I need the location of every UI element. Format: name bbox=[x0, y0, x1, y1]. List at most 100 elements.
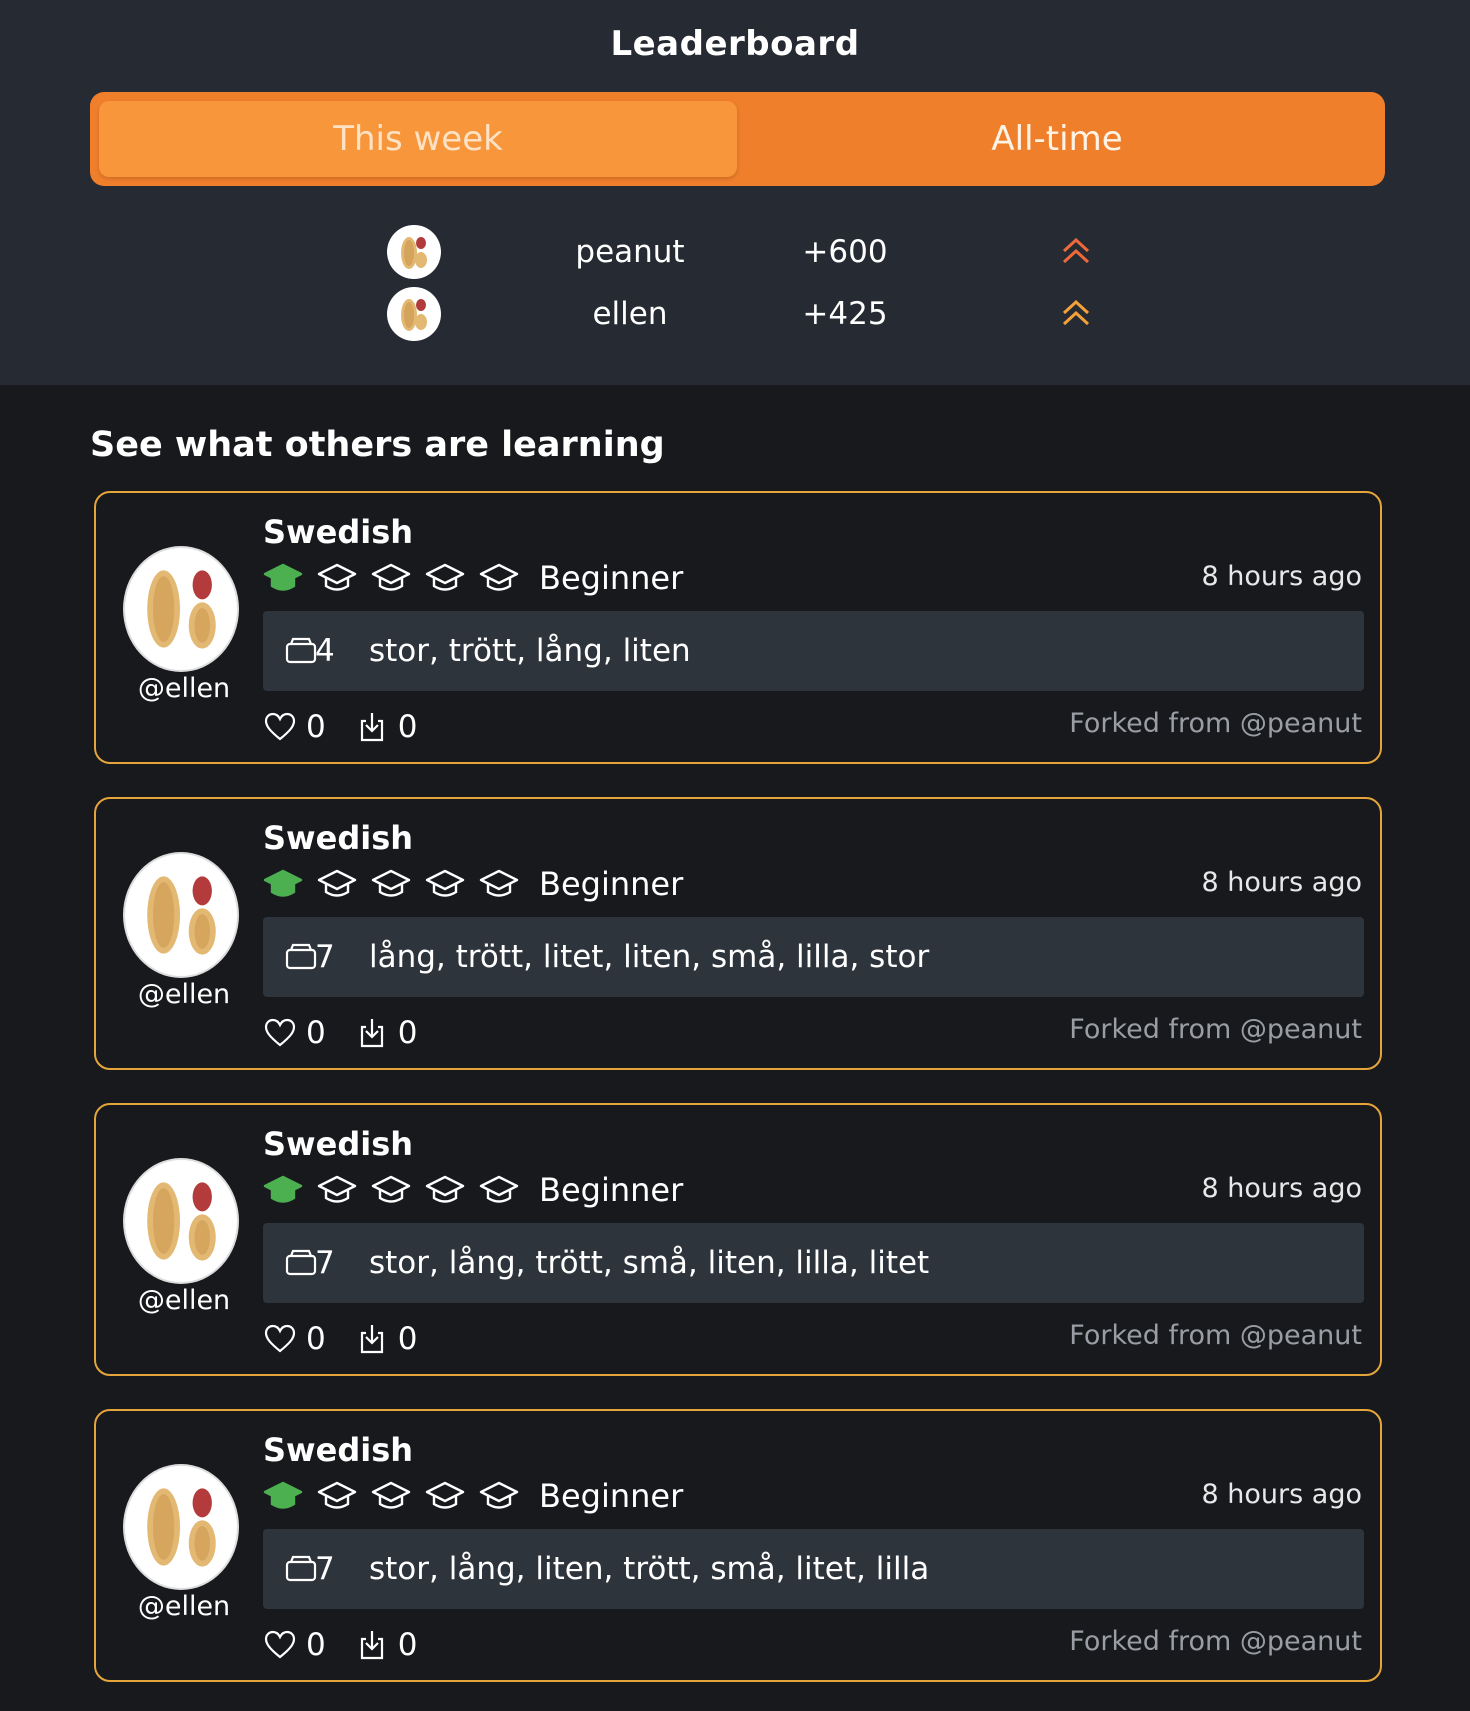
leaderboard-name: peanut bbox=[575, 234, 685, 270]
graduation-cap-icon bbox=[371, 869, 411, 897]
card-username[interactable]: @ellen bbox=[114, 1285, 254, 1316]
leaderboard-score: +425 bbox=[802, 296, 888, 332]
graduation-cap-icon bbox=[371, 563, 411, 591]
level-label: Beginner bbox=[539, 559, 684, 597]
level-indicator: Beginner bbox=[263, 863, 683, 905]
heart-icon[interactable] bbox=[264, 1629, 296, 1661]
card-username[interactable]: @ellen bbox=[114, 673, 254, 704]
level-indicator: Beginner bbox=[263, 557, 683, 599]
graduation-cap-icon bbox=[263, 1481, 303, 1509]
download-icon[interactable] bbox=[356, 711, 388, 743]
leaderboard-tabs: This week All-time bbox=[90, 92, 1385, 186]
graduation-cap-icon bbox=[479, 563, 519, 591]
forked-from-link[interactable]: Forked from @peanut bbox=[1069, 1626, 1362, 1657]
card-language: Swedish bbox=[263, 819, 414, 857]
peanut-avatar-icon bbox=[401, 237, 427, 269]
graduation-cap-icon bbox=[263, 1175, 303, 1203]
deck-words: stor, lång, trött, små, liten, lilla, li… bbox=[369, 1245, 930, 1281]
level-indicator: Beginner bbox=[263, 1475, 683, 1517]
deck-icon bbox=[285, 943, 317, 970]
download-count: 0 bbox=[397, 1321, 418, 1357]
graduation-cap-icon bbox=[317, 869, 357, 897]
like-count: 0 bbox=[306, 1627, 326, 1663]
card-timestamp: 8 hours ago bbox=[1201, 1173, 1362, 1204]
deck-words-box[interactable]: 7 stor, lång, trött, små, liten, lilla, l… bbox=[263, 1223, 1364, 1303]
leaderboard-row[interactable]: peanut +600 bbox=[0, 222, 1470, 282]
learning-card[interactable]: @ellen Swedish Beginner 8 hours ago 7 stor, l… bbox=[94, 1103, 1382, 1376]
deck-words: stor, lång, liten, trött, små, litet, li… bbox=[369, 1551, 930, 1587]
deck-words-box[interactable]: 7 stor, lång, liten, trött, små, litet, l… bbox=[263, 1529, 1364, 1609]
leaderboard-panel: Leaderboard This week All-time peanut +6… bbox=[0, 0, 1470, 385]
learning-card[interactable]: @ellen Swedish Beginner 8 hours ago 4 stor, t… bbox=[94, 491, 1382, 764]
double-chevron-up-icon bbox=[1062, 299, 1090, 326]
level-label: Beginner bbox=[539, 1171, 684, 1209]
deck-count: 7 bbox=[315, 1551, 335, 1587]
card-actions: 00 bbox=[264, 705, 447, 749]
graduation-cap-icon bbox=[425, 1481, 465, 1509]
graduation-cap-icon bbox=[425, 1175, 465, 1203]
tab-all-time[interactable]: All-time bbox=[737, 101, 1377, 177]
forked-from-link[interactable]: Forked from @peanut bbox=[1069, 708, 1362, 739]
card-timestamp: 8 hours ago bbox=[1201, 561, 1362, 592]
deck-icon bbox=[285, 1249, 317, 1276]
graduation-cap-icon bbox=[479, 1481, 519, 1509]
card-actions: 00 bbox=[264, 1011, 447, 1055]
forked-from-link[interactable]: Forked from @peanut bbox=[1069, 1320, 1362, 1351]
graduation-cap-icon bbox=[425, 869, 465, 897]
avatar bbox=[387, 225, 441, 279]
avatar[interactable] bbox=[123, 852, 239, 978]
learning-card[interactable]: @ellen Swedish Beginner 8 hours ago 7 stor, l… bbox=[94, 1409, 1382, 1682]
peanut-avatar-icon bbox=[147, 1488, 216, 1567]
deck-count: 7 bbox=[315, 939, 335, 975]
graduation-cap-icon bbox=[425, 563, 465, 591]
graduation-cap-icon bbox=[479, 1175, 519, 1203]
deck-words-box[interactable]: 7 lång, trött, litet, liten, små, lilla, … bbox=[263, 917, 1364, 997]
level-label: Beginner bbox=[539, 1477, 684, 1515]
leaderboard-score: +600 bbox=[802, 234, 888, 270]
card-timestamp: 8 hours ago bbox=[1201, 867, 1362, 898]
avatar[interactable] bbox=[123, 546, 239, 672]
card-actions: 00 bbox=[264, 1623, 447, 1667]
graduation-cap-icon bbox=[317, 563, 357, 591]
download-count: 0 bbox=[397, 1015, 418, 1051]
download-icon[interactable] bbox=[356, 1323, 388, 1355]
card-username[interactable]: @ellen bbox=[114, 1591, 254, 1622]
leaderboard-title: Leaderboard bbox=[610, 24, 860, 64]
avatar[interactable] bbox=[123, 1464, 239, 1590]
download-count: 0 bbox=[397, 709, 418, 745]
deck-words-box[interactable]: 4 stor, trött, lång, liten bbox=[263, 611, 1364, 691]
download-count: 0 bbox=[397, 1627, 418, 1663]
download-icon[interactable] bbox=[356, 1017, 388, 1049]
peanut-avatar-icon bbox=[401, 299, 427, 331]
like-count: 0 bbox=[306, 1015, 326, 1051]
deck-count: 4 bbox=[315, 633, 335, 669]
leaderboard-name: ellen bbox=[592, 296, 668, 332]
avatar bbox=[387, 287, 441, 341]
graduation-cap-icon bbox=[479, 869, 519, 897]
deck-count: 7 bbox=[315, 1245, 335, 1281]
peanut-avatar-icon bbox=[147, 876, 216, 955]
feed-title: See what others are learning bbox=[90, 425, 665, 465]
graduation-cap-icon bbox=[371, 1481, 411, 1509]
card-timestamp: 8 hours ago bbox=[1201, 1479, 1362, 1510]
deck-words: stor, trött, lång, liten bbox=[369, 633, 691, 669]
download-icon[interactable] bbox=[356, 1629, 388, 1661]
heart-icon[interactable] bbox=[264, 1017, 296, 1049]
heart-icon[interactable] bbox=[264, 1323, 296, 1355]
peanut-avatar-icon bbox=[147, 1182, 216, 1261]
graduation-cap-icon bbox=[263, 869, 303, 897]
deck-icon bbox=[285, 637, 317, 664]
forked-from-link[interactable]: Forked from @peanut bbox=[1069, 1014, 1362, 1045]
graduation-cap-icon bbox=[371, 1175, 411, 1203]
graduation-cap-icon bbox=[317, 1481, 357, 1509]
leaderboard-row[interactable]: ellen +425 bbox=[0, 284, 1470, 344]
learning-card[interactable]: @ellen Swedish Beginner 8 hours ago 7 lång, t… bbox=[94, 797, 1382, 1070]
card-language: Swedish bbox=[263, 1431, 414, 1469]
deck-icon bbox=[285, 1555, 317, 1582]
avatar[interactable] bbox=[123, 1158, 239, 1284]
tab-this-week[interactable]: This week bbox=[99, 101, 737, 177]
heart-icon[interactable] bbox=[264, 711, 296, 743]
graduation-cap-icon bbox=[263, 563, 303, 591]
level-label: Beginner bbox=[539, 865, 684, 903]
card-username[interactable]: @ellen bbox=[114, 979, 254, 1010]
